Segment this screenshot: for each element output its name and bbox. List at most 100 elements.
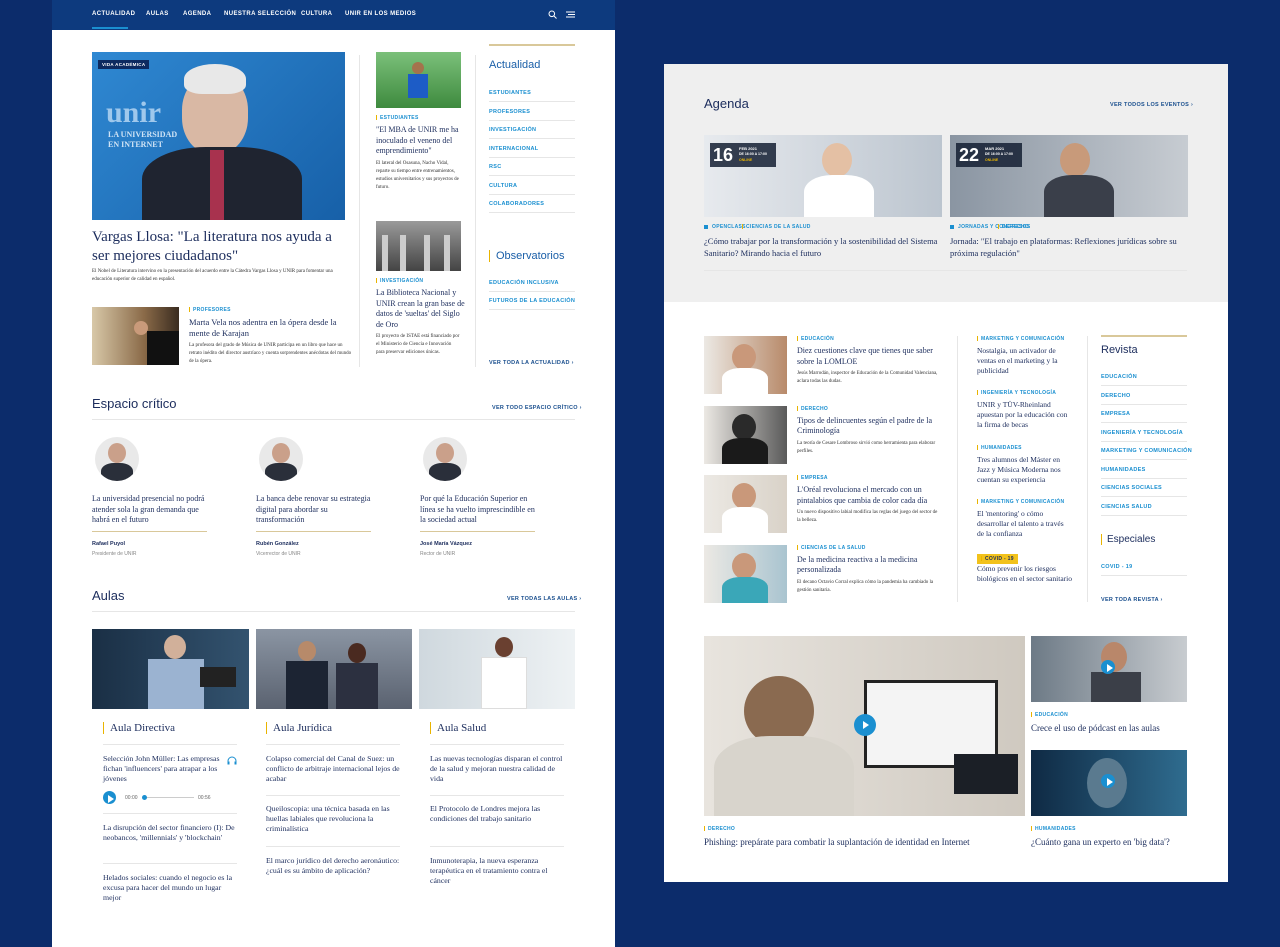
event-tag[interactable]: CIENCIAS DE LA SALUD [742, 224, 811, 230]
aula-image-juridica[interactable] [256, 629, 412, 709]
aula-article-link[interactable]: El Protocolo de Londres mejora las condi… [430, 804, 566, 824]
actualidad-item[interactable]: ESTUDIANTES [489, 90, 531, 96]
avatar[interactable] [95, 437, 139, 481]
aula-col-title[interactable]: Aula Directiva [103, 722, 175, 734]
actualidad-item[interactable]: INVESTIGACIÓN [489, 127, 536, 133]
story-image[interactable] [704, 405, 787, 464]
small-story-kicker[interactable]: PROFESORES [189, 307, 231, 313]
media-image-bigdata[interactable] [1031, 750, 1187, 816]
aula-col-title[interactable]: Aula Jurídica [266, 722, 332, 734]
story-title[interactable]: Tipos de delincuentes según el padre de … [797, 416, 942, 437]
play-icon[interactable] [1101, 660, 1115, 674]
nav-item-aulas[interactable]: AULAS [146, 11, 169, 17]
mid-story-title[interactable]: "El MBA de UNIR me ha inoculado el venen… [376, 125, 466, 157]
ver-eventos-link[interactable]: VER TODOS LOS EVENTOS › [1110, 102, 1193, 108]
media-s1-kicker[interactable]: EDUCACIÓN [1031, 712, 1068, 718]
mid-story-title[interactable]: La Biblioteca Nacional y UNIR crean la g… [376, 288, 466, 330]
aula-article-link[interactable]: Helados sociales: cuando el negocio es l… [103, 873, 239, 904]
aula-article-link[interactable]: La disrupción del sector financiero (I):… [103, 823, 239, 843]
ver-toda-actualidad-link[interactable]: VER TODA LA ACTUALIDAD › [489, 360, 574, 366]
story-kicker[interactable]: DERECHO [797, 406, 828, 412]
espacio-quote[interactable]: La universidad presencial no podrá atend… [92, 494, 212, 526]
aula-article-link[interactable]: Selección John Müller: Las empresas fich… [103, 754, 239, 785]
media-s2-title[interactable]: ¿Cuánto gana un experto en 'big data'? [1031, 836, 1187, 848]
obs-item-futuros[interactable]: FUTUROS DE LA EDUCACIÓN [489, 298, 575, 304]
revista-item[interactable]: CIENCIAS SOCIALES [1101, 485, 1162, 491]
ver-aulas-link[interactable]: VER TODAS LAS AULAS › [507, 596, 581, 602]
aula-article-link[interactable]: Inmunoterapia, la nueva esperanza terapé… [430, 856, 566, 887]
aula-article-link[interactable]: Queiloscopia: una técnica basada en las … [266, 804, 402, 835]
aula-image-salud[interactable] [419, 629, 575, 709]
story-title[interactable]: L'Oréal revoluciona el mercado con un pi… [797, 485, 942, 506]
side-story-kicker[interactable]: MARKETING Y COMUNICACIÓN [977, 499, 1064, 505]
event-image[interactable]: 22 MAR 2021 DE 16:00 A 17:00 ONLINE [950, 135, 1188, 217]
revista-item[interactable]: EMPRESA [1101, 411, 1130, 417]
media-image-podcast[interactable] [1031, 636, 1187, 702]
side-story-title[interactable]: UNIR y TÜV-Rheinland apuestan por la edu… [977, 400, 1072, 430]
side-story-kicker[interactable]: INGENIERÍA Y TECNOLOGÍA [977, 390, 1056, 396]
side-story-kicker[interactable]: HUMANIDADES [977, 445, 1022, 451]
mid-story-kicker[interactable]: INVESTIGACIÓN [376, 278, 423, 284]
aula-article-link[interactable]: El marco jurídico del derecho aeronáutic… [266, 856, 402, 876]
nav-item-actualidad[interactable]: ACTUALIDAD [92, 11, 135, 17]
small-story-image[interactable] [92, 307, 179, 365]
event-tag[interactable]: OPENCLASS [712, 224, 746, 230]
audio-progress-bar[interactable] [144, 797, 194, 798]
media-main-image[interactable] [704, 636, 1025, 816]
event-title[interactable]: ¿Cómo trabajar por la transformación y l… [704, 236, 942, 259]
revista-item[interactable]: DERECHO [1101, 393, 1131, 399]
ver-espacio-link[interactable]: VER TODO ESPACIO CRÍTICO › [492, 405, 582, 411]
aula-col-title[interactable]: Aula Salud [430, 722, 486, 734]
story-kicker[interactable]: EDUCACIÓN [797, 336, 834, 342]
actualidad-item[interactable]: RSC [489, 164, 502, 170]
play-icon[interactable] [854, 714, 876, 736]
side-story-kicker[interactable]: MARKETING Y COMUNICACIÓN [977, 336, 1064, 342]
hero-image[interactable]: unir LA UNIVERSIDAD EN INTERNET VIDA ACA… [92, 52, 345, 220]
revista-item[interactable]: EDUCACIÓN [1101, 374, 1137, 380]
event-title[interactable]: Jornada: "El trabajo en plataformas: Ref… [950, 236, 1188, 259]
revista-item[interactable]: MARKETING Y COMUNICACIÓN [1101, 448, 1192, 454]
mid-story-image-2[interactable] [376, 221, 461, 271]
revista-item[interactable]: INGENIERÍA Y TECNOLOGÍA [1101, 430, 1183, 436]
small-story-title[interactable]: Marta Vela nos adentra en la ópera desde… [189, 317, 349, 339]
story-image[interactable] [704, 544, 787, 603]
mid-story-image-1[interactable] [376, 52, 461, 108]
avatar[interactable] [423, 437, 467, 481]
media-s1-title[interactable]: Crece el uso de pódcast en las aulas [1031, 722, 1187, 734]
actualidad-item[interactable]: CULTURA [489, 183, 517, 189]
story-kicker[interactable]: CIENCIAS DE LA SALUD [797, 545, 866, 551]
event-tag[interactable]: DERECHO [998, 224, 1029, 230]
actualidad-item[interactable]: INTERNACIONAL [489, 146, 538, 152]
espacio-quote[interactable]: La banca debe renovar su estrategia digi… [256, 494, 376, 526]
audio-play-icon[interactable] [103, 791, 116, 804]
menu-icon[interactable] [566, 11, 575, 18]
side-story-title[interactable]: Cómo prevenir los riesgos biológicos en … [977, 564, 1072, 584]
nav-item-cultura[interactable]: CULTURA [301, 11, 332, 17]
revista-item[interactable]: CIENCIAS SALUD [1101, 504, 1152, 510]
actualidad-item[interactable]: COLABORADORES [489, 201, 544, 207]
especial-item-covid[interactable]: COVID - 19 [1101, 564, 1132, 570]
covid-badge[interactable]: COVID - 19 [977, 554, 1018, 564]
search-icon[interactable] [548, 10, 557, 19]
avatar[interactable] [259, 437, 303, 481]
story-image[interactable] [704, 336, 787, 394]
aula-image-directiva[interactable] [92, 629, 249, 709]
espacio-quote[interactable]: Por qué la Educación Superior en línea s… [420, 494, 540, 526]
story-title[interactable]: Diez cuestiones clave que tienes que sab… [797, 346, 942, 367]
media-main-title[interactable]: Phishing: prepárate para combatir la sup… [704, 836, 1025, 848]
aula-article-link[interactable]: Las nuevas tecnologías disparan el contr… [430, 754, 566, 785]
side-story-title[interactable]: Nostalgia, un activador de ventas en el … [977, 346, 1072, 376]
aula-article-link[interactable]: Colapso comercial del Canal de Suez: un … [266, 754, 402, 785]
obs-item-inclusiva[interactable]: EDUCACIÓN INCLUSIVA [489, 280, 559, 286]
story-kicker[interactable]: EMPRESA [797, 475, 828, 481]
play-icon[interactable] [1101, 774, 1115, 788]
hero-title[interactable]: Vargas Llosa: "La literatura nos ayuda a… [92, 228, 350, 266]
story-image[interactable] [704, 475, 787, 533]
story-title[interactable]: De la medicina reactiva a la medicina pe… [797, 555, 942, 576]
headphones-icon[interactable] [227, 752, 237, 765]
media-s2-kicker[interactable]: HUMANIDADES [1031, 826, 1076, 832]
ver-revista-link[interactable]: VER TODA REVISTA › [1101, 597, 1163, 603]
audio-progress-handle[interactable] [142, 795, 147, 800]
side-story-title[interactable]: El 'mentoring' o cómo desarrollar el tal… [977, 509, 1072, 539]
revista-item[interactable]: HUMANIDADES [1101, 467, 1146, 473]
